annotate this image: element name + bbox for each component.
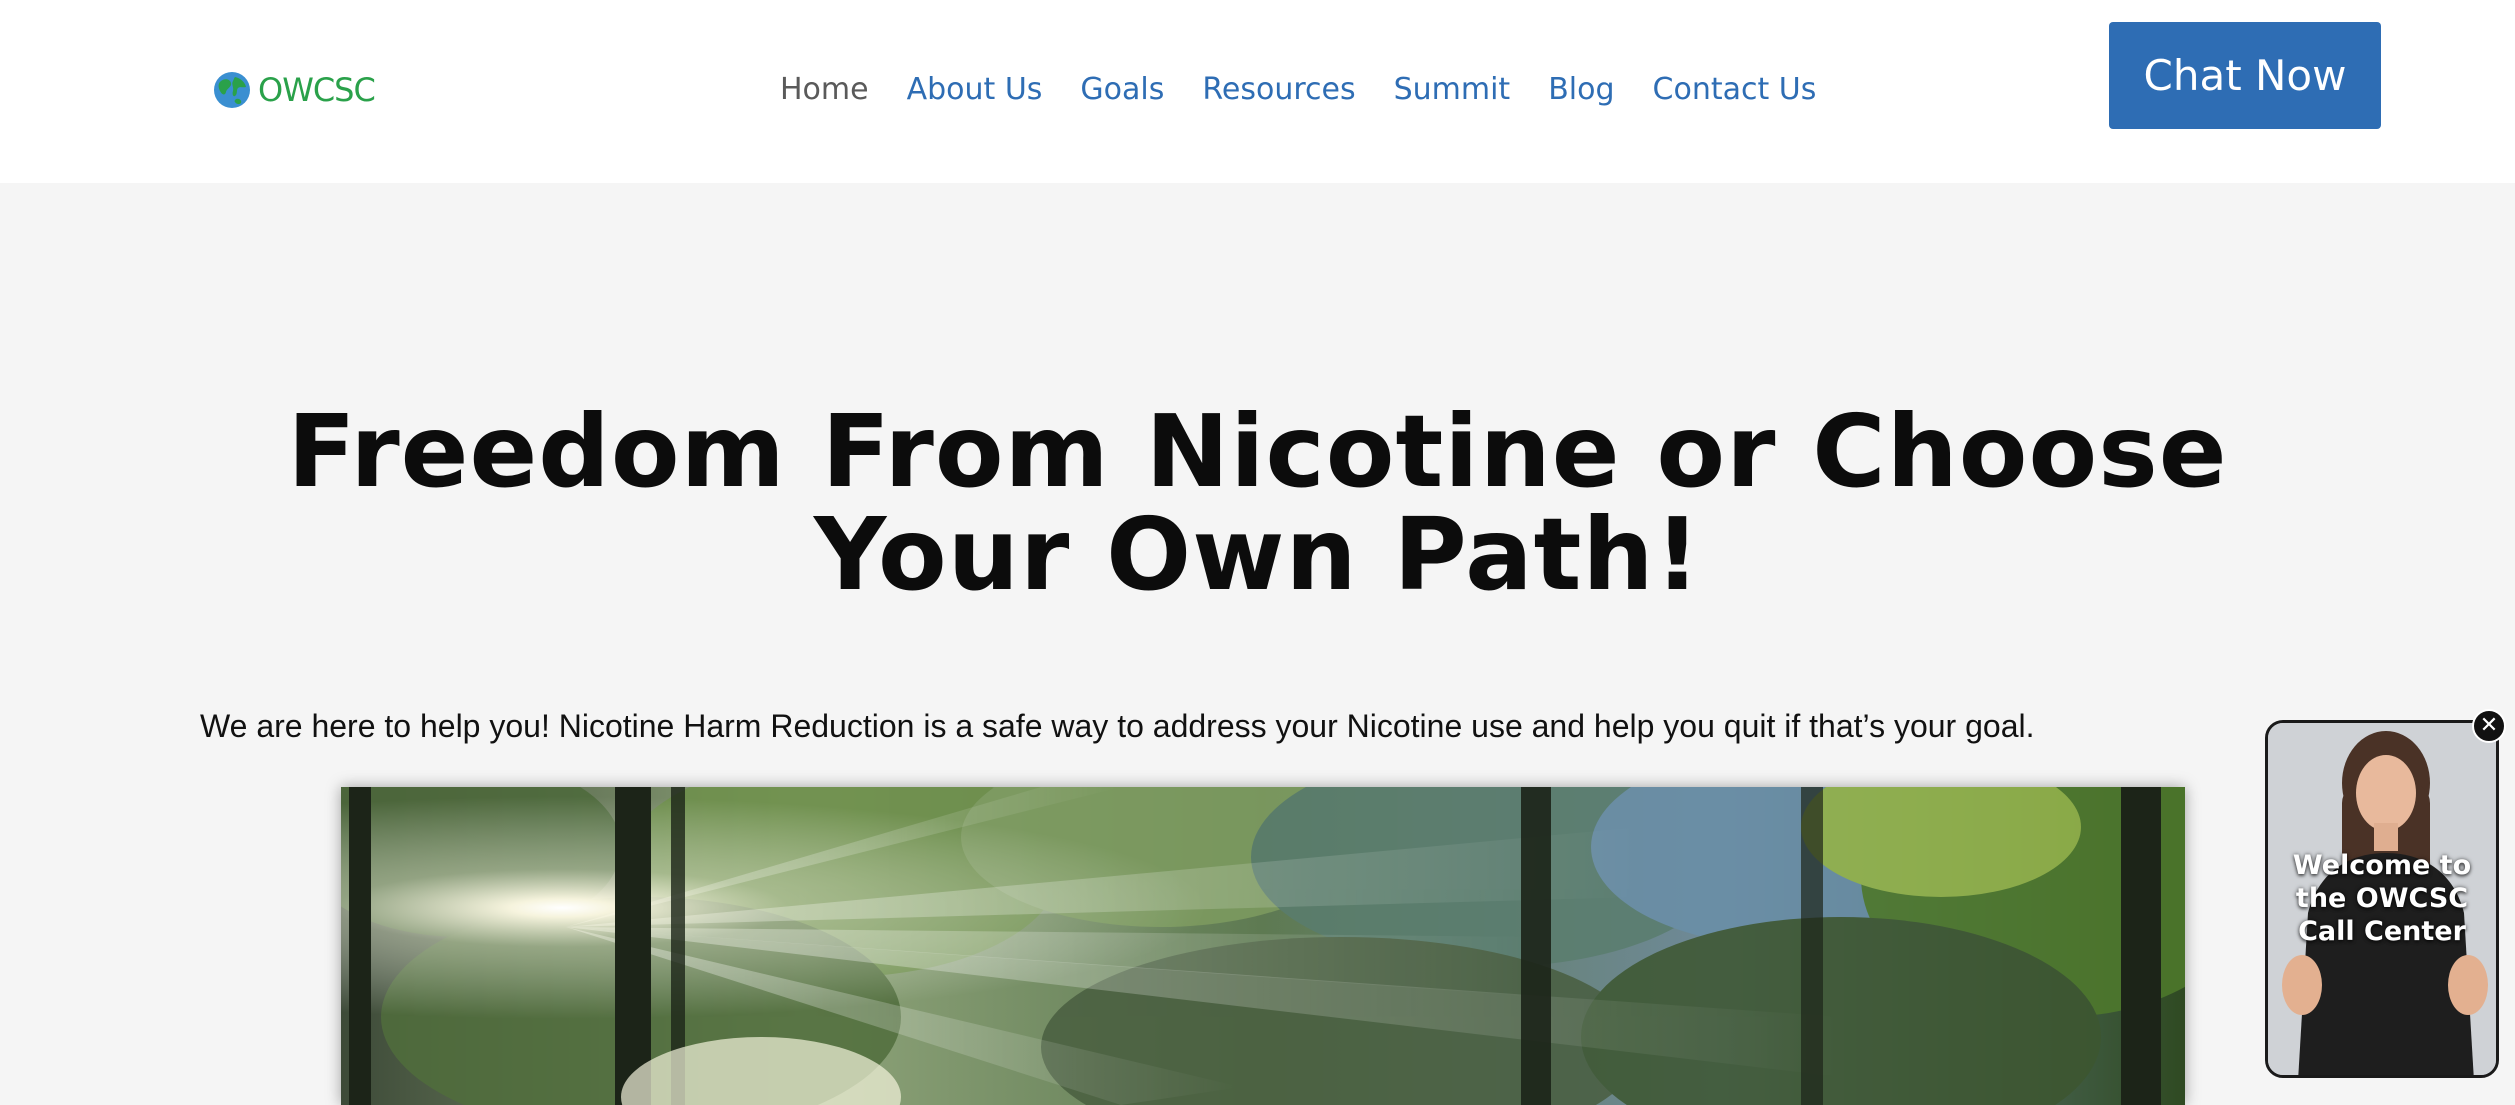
site-header: OWCSC Home About Us Goals Resources Summ… — [0, 0, 2515, 183]
hero-title: Freedom From Nicotine or Choose Your Own … — [250, 400, 2265, 606]
nav-item-blog[interactable]: Blog — [1548, 66, 1614, 114]
video-caption-line3: Call Center — [2298, 916, 2466, 947]
site-logo[interactable]: OWCSC — [212, 68, 376, 112]
logo-text: OWCSC — [258, 71, 376, 109]
hero-subtitle: We are here to help you! Nicotine Harm R… — [200, 708, 2035, 744]
nav-item-home[interactable]: Home — [780, 66, 869, 114]
hero-title-line2: Your Own Path! — [813, 496, 1702, 613]
nav-item-about-us[interactable]: About Us — [907, 66, 1043, 114]
welcome-video-widget[interactable]: Welcome to the OWCSC Call Center — [2265, 720, 2499, 1078]
close-icon[interactable]: ✕ — [2472, 709, 2506, 743]
video-caption: Welcome to the OWCSC Call Center — [2268, 849, 2496, 948]
nav-item-goals[interactable]: Goals — [1080, 66, 1164, 114]
globe-icon — [214, 72, 250, 108]
hero-title-line1: Freedom From Nicotine or Choose — [287, 393, 2228, 510]
forest-hero-image — [341, 787, 2185, 1105]
nav-item-resources[interactable]: Resources — [1202, 66, 1355, 114]
nav-item-contact-us[interactable]: Contact Us — [1653, 66, 1817, 114]
main-nav: Home About Us Goals Resources Summit Blo… — [780, 66, 1816, 114]
video-caption-line2: the OWCSC — [2295, 883, 2469, 914]
chat-now-button[interactable]: Chat Now — [2109, 22, 2381, 129]
forest-illustration — [341, 787, 2185, 1105]
video-caption-line1: Welcome to — [2292, 850, 2472, 881]
nav-item-summit[interactable]: Summit — [1394, 66, 1511, 114]
